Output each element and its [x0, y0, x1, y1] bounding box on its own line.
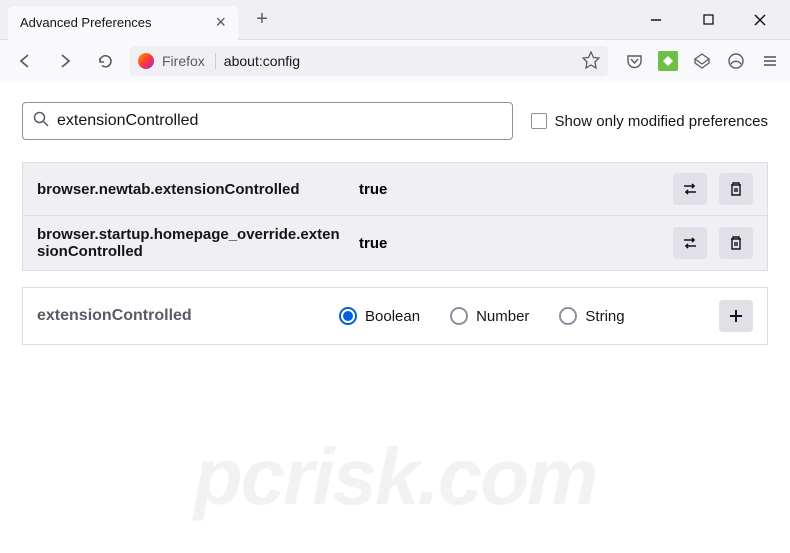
tab-title: Advanced Preferences: [20, 15, 152, 30]
radio-number[interactable]: Number: [450, 307, 529, 325]
add-button[interactable]: [719, 300, 753, 332]
pref-value: true: [359, 181, 661, 198]
type-radio-group: Boolean Number String: [339, 307, 707, 325]
close-window-button[interactable]: [742, 2, 778, 38]
address-bar[interactable]: Firefox about:config: [130, 46, 608, 76]
search-icon: [33, 111, 49, 132]
browser-toolbar: Firefox about:config: [0, 40, 790, 82]
maximize-button[interactable]: [690, 2, 726, 38]
window-titlebar: Advanced Preferences × +: [0, 0, 790, 40]
forward-button[interactable]: [50, 46, 80, 76]
show-only-modified[interactable]: Show only modified preferences: [531, 113, 768, 130]
reload-button[interactable]: [90, 46, 120, 76]
account-icon[interactable]: [692, 51, 712, 71]
browser-tab[interactable]: Advanced Preferences ×: [8, 6, 238, 40]
extension-icon[interactable]: [658, 51, 678, 71]
close-tab-icon[interactable]: ×: [215, 12, 226, 33]
pref-value: true: [359, 235, 661, 252]
minimize-button[interactable]: [638, 2, 674, 38]
preference-row: browser.newtab.extensionControlled true: [23, 163, 767, 215]
menu-button[interactable]: [760, 51, 780, 71]
radio-boolean[interactable]: Boolean: [339, 307, 420, 325]
watermark: pcrisk.com: [0, 431, 790, 523]
radio-icon[interactable]: [559, 307, 577, 325]
bookmark-star-icon[interactable]: [582, 51, 600, 72]
toggle-button[interactable]: [673, 227, 707, 259]
checkbox-icon[interactable]: [531, 113, 547, 129]
radio-icon[interactable]: [450, 307, 468, 325]
delete-button[interactable]: [719, 227, 753, 259]
add-preference-row: extensionControlled Boolean Number Strin…: [22, 287, 768, 345]
extensions-icon[interactable]: [726, 51, 746, 71]
search-box[interactable]: [22, 102, 513, 140]
window-controls: [626, 2, 790, 38]
preference-row: browser.startup.homepage_override.extens…: [23, 215, 767, 270]
page-content: Show only modified preferences browser.n…: [0, 82, 790, 365]
back-button[interactable]: [10, 46, 40, 76]
delete-button[interactable]: [719, 173, 753, 205]
preference-list: browser.newtab.extensionControlled true …: [22, 162, 768, 271]
firefox-label: Firefox: [162, 53, 216, 69]
radio-string[interactable]: String: [559, 307, 624, 325]
search-row: Show only modified preferences: [22, 102, 768, 140]
radio-label: Number: [476, 308, 529, 325]
search-input[interactable]: [57, 112, 502, 130]
checkbox-label: Show only modified preferences: [555, 113, 768, 130]
radio-icon[interactable]: [339, 307, 357, 325]
toggle-button[interactable]: [673, 173, 707, 205]
pref-name: browser.newtab.extensionControlled: [37, 181, 347, 198]
radio-label: Boolean: [365, 308, 420, 325]
radio-label: String: [585, 308, 624, 325]
pref-name: browser.startup.homepage_override.extens…: [37, 226, 347, 260]
new-tab-button[interactable]: +: [248, 6, 276, 34]
pocket-icon[interactable]: [624, 51, 644, 71]
firefox-icon: [138, 53, 154, 69]
add-pref-name: extensionControlled: [37, 307, 327, 325]
toolbar-icons: [618, 51, 780, 71]
url-text: about:config: [224, 53, 574, 69]
